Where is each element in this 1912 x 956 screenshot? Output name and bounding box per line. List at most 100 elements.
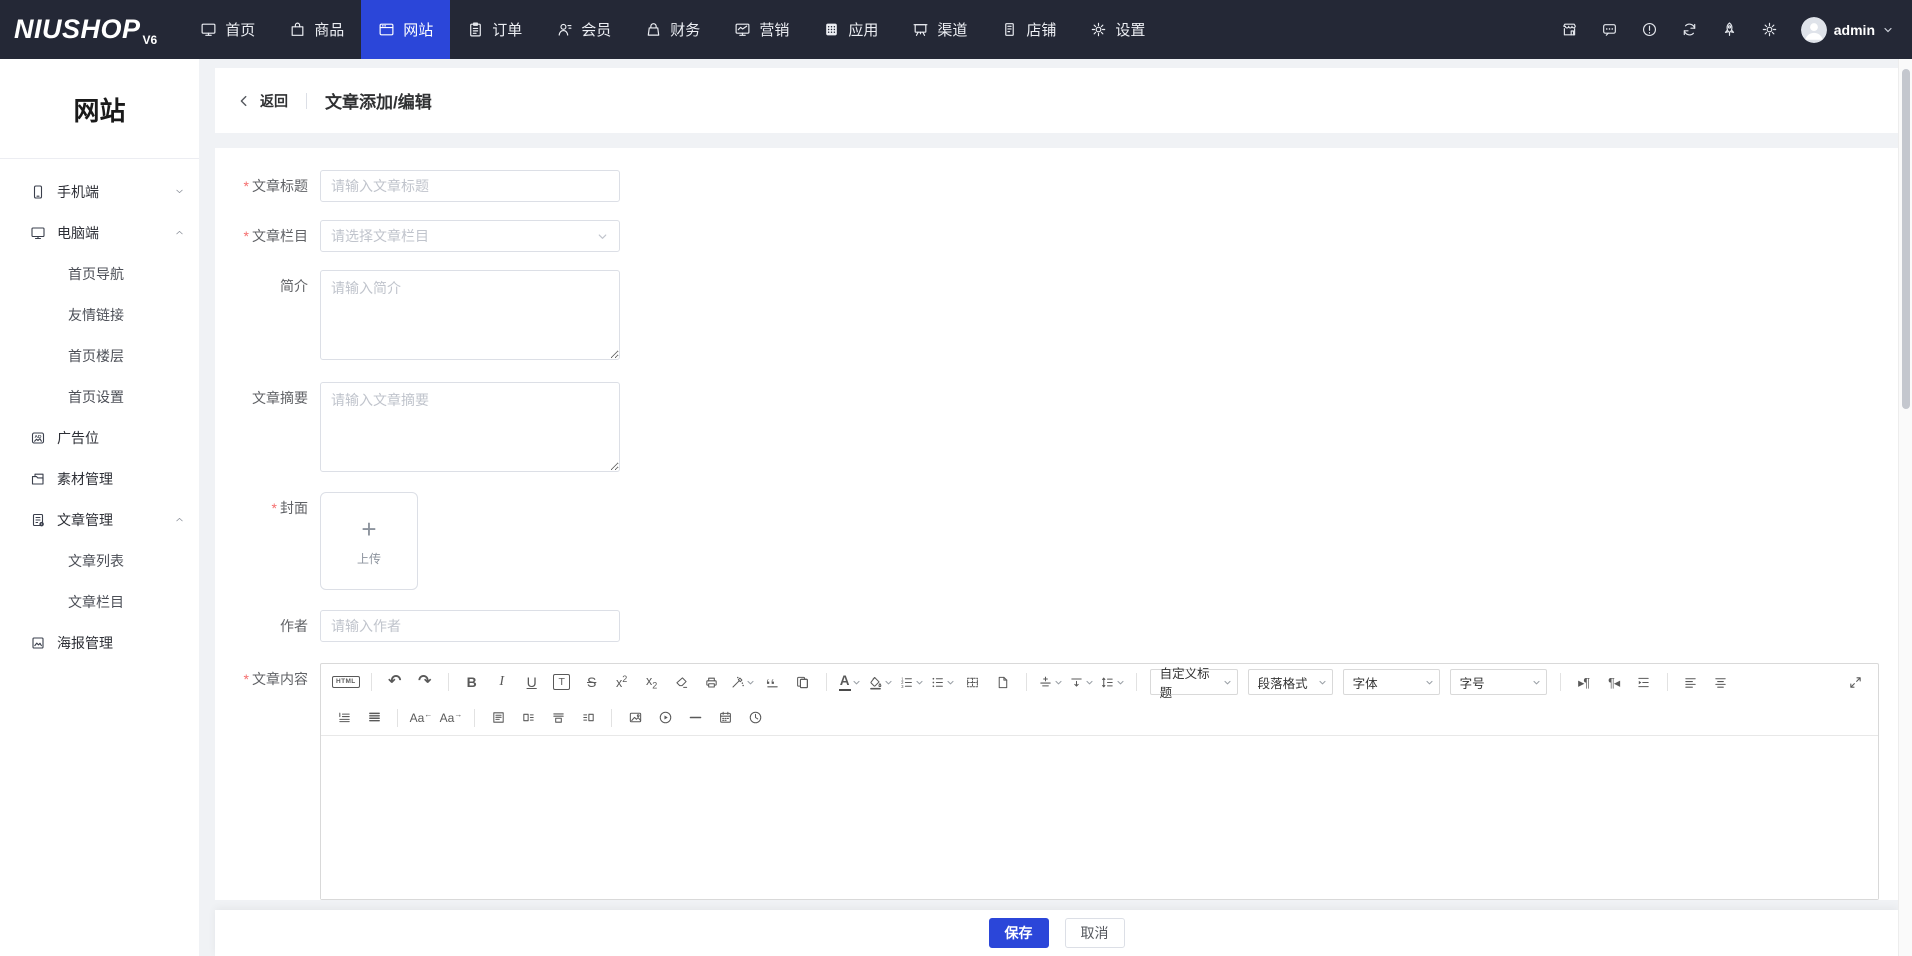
print-button[interactable] [700, 669, 724, 695]
blockquote-button[interactable] [761, 669, 785, 695]
clear-format-button[interactable] [670, 669, 694, 695]
nav-item-channel[interactable]: 渠道 [895, 0, 984, 59]
format-title-button[interactable]: T [550, 669, 574, 695]
text-wrap-left-button[interactable] [516, 705, 540, 731]
cover-upload-button[interactable]: + 上传 [320, 492, 418, 590]
chevron-down-icon [1532, 678, 1541, 687]
unordered-list-button[interactable] [930, 669, 955, 695]
text-wrap-bottom-button[interactable] [546, 705, 570, 731]
alert-icon[interactable] [1641, 21, 1658, 38]
nav-item-member[interactable]: 会员 [539, 0, 628, 59]
sidebar-item-article-category[interactable]: 文章栏目 [0, 581, 199, 622]
background-color-button[interactable] [868, 669, 893, 695]
paragraph-ltr-button[interactable]: ▸¶ [1572, 669, 1596, 695]
font-color-button[interactable]: A [838, 669, 862, 695]
nav-item-label: 商品 [314, 22, 345, 39]
summary-textarea[interactable] [320, 382, 620, 472]
subscript-button[interactable]: x2 [640, 669, 664, 695]
paste-button[interactable] [791, 669, 815, 695]
html-source-button[interactable]: HTML [332, 669, 360, 695]
store-icon[interactable] [1561, 21, 1578, 38]
paragraph-format-select[interactable]: 段落格式 [1247, 669, 1333, 695]
fullscreen-button[interactable] [1843, 669, 1867, 695]
nav-item-goods[interactable]: 商品 [272, 0, 361, 59]
undo-button[interactable]: ↶ [383, 669, 407, 695]
align-center-button[interactable] [1709, 669, 1733, 695]
font-family-select[interactable]: 字体 [1342, 669, 1440, 695]
sidebar-item-friend-links[interactable]: 友情链接 [0, 294, 199, 335]
sidebar-item-pc[interactable]: 电脑端 [0, 212, 199, 253]
required-asterisk: * [243, 178, 249, 194]
insert-video-button[interactable] [653, 705, 677, 731]
save-button[interactable]: 保存 [988, 918, 1049, 948]
editor-content-area[interactable] [321, 736, 1878, 899]
strikethrough-button[interactable]: S [580, 669, 604, 695]
goods-icon [289, 21, 306, 38]
letter-spacing-decrease-button[interactable]: Aa← [409, 705, 433, 731]
line-height-button[interactable] [1100, 669, 1125, 695]
insert-template-button[interactable] [486, 705, 510, 731]
redo-button[interactable]: ↷ [413, 669, 437, 695]
sidebar-item-material[interactable]: 素材管理 [0, 458, 199, 499]
letter-spacing-increase-button[interactable]: Aa→ [439, 705, 463, 731]
nav-item-marketing[interactable]: 营销 [717, 0, 806, 59]
author-input[interactable] [320, 610, 620, 642]
sidebar-item-label: 首页设置 [68, 388, 124, 405]
nav-item-apps[interactable]: 应用 [806, 0, 895, 59]
user-menu[interactable]: admin [1800, 16, 1894, 43]
nav-item-settings[interactable]: 设置 [1073, 0, 1162, 59]
back-button[interactable]: 返回 [237, 91, 288, 111]
sidebar-item-ad-position[interactable]: AD 广告位 [0, 417, 199, 458]
format-brush-button[interactable] [730, 669, 755, 695]
intro-textarea[interactable] [320, 270, 620, 360]
page-header: 返回 文章添加/编辑 [215, 68, 1898, 133]
indent-button[interactable] [1632, 669, 1656, 695]
align-left-button[interactable] [1679, 669, 1703, 695]
svg-text:AD: AD [35, 433, 42, 439]
ordered-list-button[interactable]: 123 [899, 669, 924, 695]
title-input[interactable] [320, 170, 620, 202]
nav-item-website[interactable]: 网站 [361, 0, 451, 59]
sidebar-item-label: 首页楼层 [68, 347, 124, 364]
underline-button[interactable]: U [520, 669, 544, 695]
insert-line-below-button[interactable] [1069, 669, 1094, 695]
sidebar-item-home-floor[interactable]: 首页楼层 [0, 335, 199, 376]
custom-heading-select[interactable]: 自定义标题 [1149, 667, 1238, 700]
font-size-select[interactable]: 字号 [1449, 669, 1547, 695]
nav-item-finance[interactable]: 财务 [628, 0, 717, 59]
chevron-down-icon [1054, 678, 1063, 687]
gear-icon[interactable] [1761, 21, 1778, 38]
nav-item-order[interactable]: 订单 [450, 0, 539, 59]
justify-button[interactable] [362, 705, 386, 731]
insert-line-above-button[interactable] [1038, 669, 1063, 695]
username: admin [1833, 21, 1875, 38]
logo[interactable]: NIUSHOP V6 [0, 0, 183, 59]
rocket-icon[interactable] [1721, 21, 1738, 38]
paragraph-rtl-button[interactable]: ¶◂ [1602, 669, 1626, 695]
sidebar-item-article-manage[interactable]: 文章管理 [0, 499, 199, 540]
sidebar-item-home-nav[interactable]: 首页导航 [0, 253, 199, 294]
insert-time-button[interactable] [743, 705, 767, 731]
table-button[interactable] [961, 669, 985, 695]
indent-paragraph-button[interactable] [332, 705, 356, 731]
sidebar-item-mobile[interactable]: 手机端 [0, 171, 199, 212]
nav-item-home[interactable]: 首页 [183, 0, 272, 59]
superscript-button[interactable]: x2 [610, 669, 634, 695]
nav-item-shop[interactable]: 店铺 [984, 0, 1073, 59]
sync-icon[interactable] [1681, 21, 1698, 38]
italic-button[interactable]: I [490, 669, 514, 695]
bold-button[interactable]: B [460, 669, 484, 695]
new-page-button[interactable] [991, 669, 1015, 695]
sidebar-item-home-setting[interactable]: 首页设置 [0, 376, 199, 417]
scrollbar-thumb[interactable] [1902, 69, 1910, 409]
insert-image-button[interactable] [623, 705, 647, 731]
cancel-button[interactable]: 取消 [1064, 918, 1125, 948]
chevron-down-icon [852, 678, 861, 687]
horizontal-rule-button[interactable] [683, 705, 707, 731]
text-wrap-right-button[interactable] [576, 705, 600, 731]
category-select[interactable]: 请选择文章栏目 [320, 220, 620, 252]
sidebar-item-poster[interactable]: 海报管理 [0, 622, 199, 663]
message-icon[interactable] [1601, 21, 1618, 38]
sidebar-item-article-list[interactable]: 文章列表 [0, 540, 199, 581]
insert-date-button[interactable] [713, 705, 737, 731]
